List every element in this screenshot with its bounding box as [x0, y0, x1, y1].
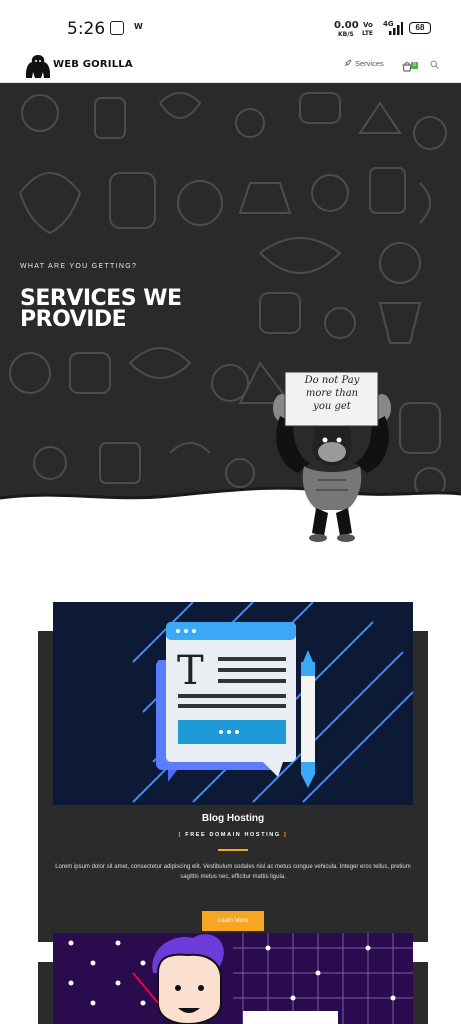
- nav-services-label: Services: [355, 59, 384, 68]
- subtitle-bracket-open: [: [178, 832, 183, 838]
- card-title: Blog Hosting: [201, 813, 265, 824]
- card-divider: [218, 849, 248, 851]
- svg-text:T: T: [177, 648, 204, 694]
- avatar-illustration: [68, 933, 413, 1024]
- hero-title: SERVICES WE PROVIDE: [20, 286, 240, 332]
- search-icon[interactable]: [430, 60, 439, 69]
- lte-label: LTE: [362, 30, 374, 37]
- rocket-icon: [344, 59, 352, 67]
- cart-button[interactable]: 0: [402, 59, 418, 72]
- status-bar: 5:26 W 0.00 KB/S Vo LTE 4G 68: [0, 0, 461, 52]
- card-description: Lorem ipsum dolor sit amet, consectetur …: [55, 864, 411, 880]
- notification-icon: W: [134, 22, 143, 31]
- signal-icon: [389, 22, 403, 35]
- sign-text: Do not Pay more than you get: [287, 374, 377, 413]
- subtitle-text: FREE DOMAIN HOSTING: [185, 832, 281, 838]
- blog-hosting-illustration: T: [53, 602, 413, 805]
- volte-label: Vo: [363, 21, 373, 29]
- status-time: 5:26: [67, 19, 106, 39]
- net-speed-value: 0.00: [334, 20, 359, 31]
- learn-more-button[interactable]: Learn More: [202, 911, 264, 931]
- nav-services-link[interactable]: Services: [344, 59, 384, 68]
- app-notification-icon: [110, 21, 124, 35]
- hero-title-line-2: PROVIDE: [20, 307, 127, 332]
- sign-line-2: more than: [305, 388, 359, 399]
- service-card-2-illustration: [53, 933, 413, 1024]
- logo-text[interactable]: WEB GORILLA: [53, 59, 133, 70]
- sign-line-3: you get: [313, 401, 351, 412]
- document-editor-illustration: T: [132, 602, 413, 803]
- site-header: WEB GORILLA Services 0: [0, 52, 461, 83]
- sign-line-1: Do not Pay: [304, 375, 360, 386]
- net-speed-unit: KB/S: [338, 31, 354, 38]
- subtitle-bracket-close: ]: [283, 832, 288, 838]
- hero-title-line-1: SERVICES WE: [20, 286, 182, 311]
- battery-icon: 68: [409, 22, 431, 34]
- gorilla-logo-icon[interactable]: [24, 52, 52, 80]
- card-subtitle: [ FREE DOMAIN HOSTING ]: [53, 832, 413, 838]
- cart-count-badge: 0: [411, 62, 418, 69]
- hero-eyebrow: WHAT ARE YOU GETTING?: [20, 263, 138, 270]
